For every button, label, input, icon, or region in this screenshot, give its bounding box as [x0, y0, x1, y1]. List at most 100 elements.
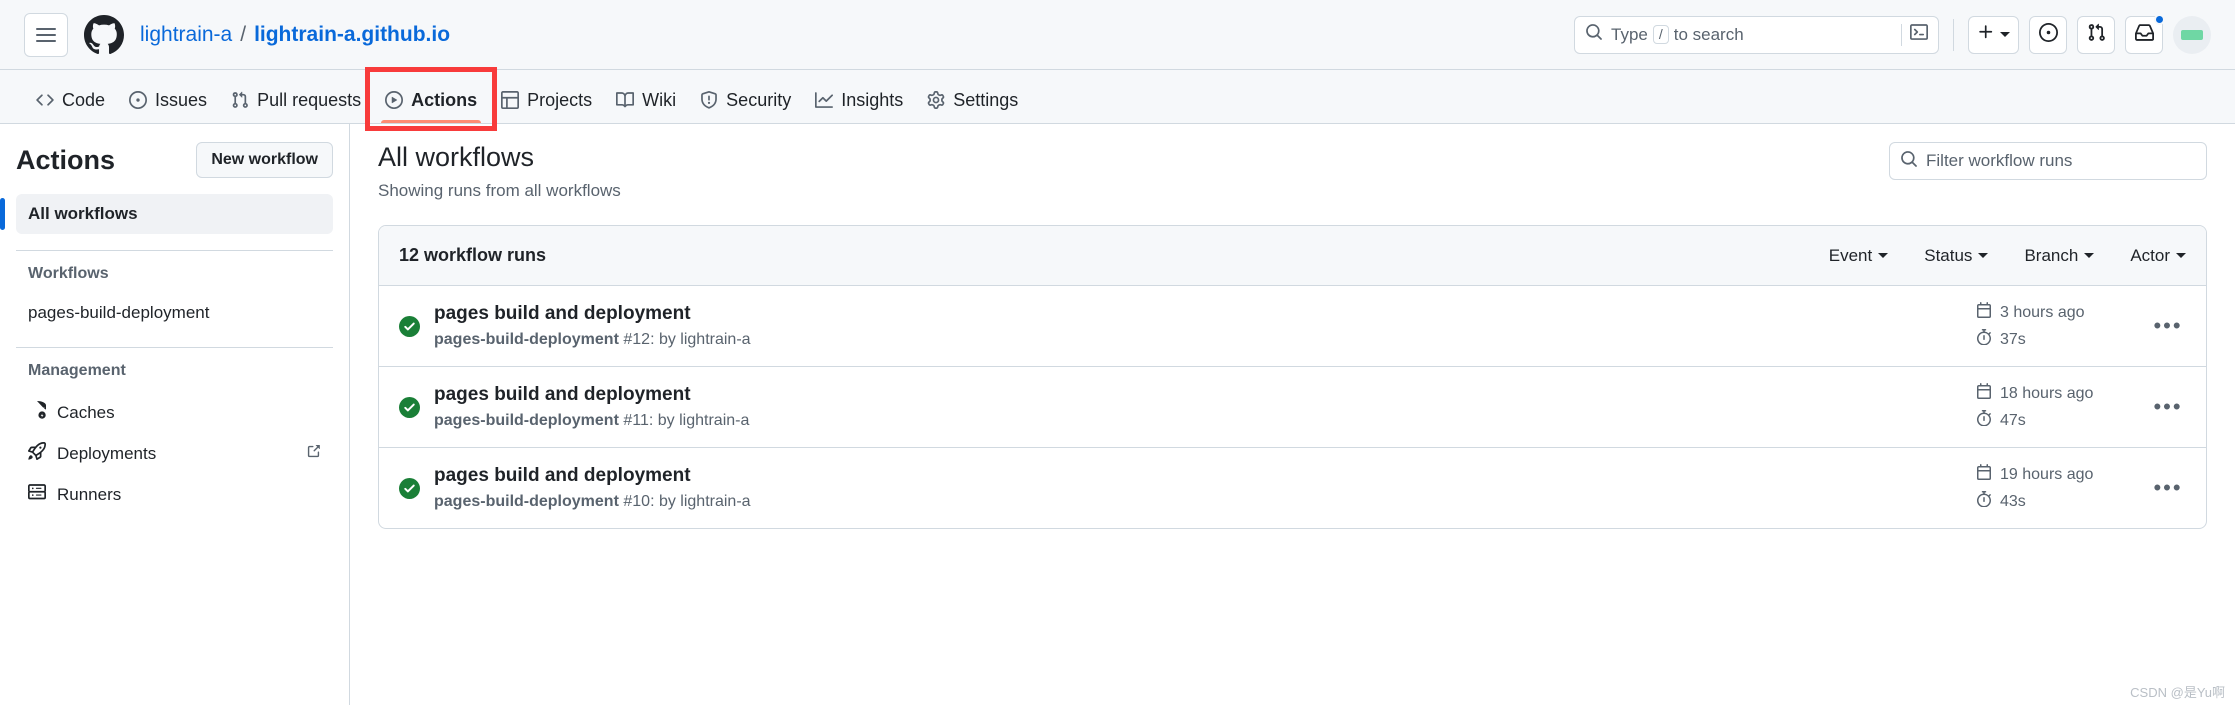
stopwatch-icon [1976, 329, 1992, 350]
notifications-button[interactable] [2125, 13, 2165, 54]
run-timing: 3 hours ago 37s [1976, 302, 2136, 350]
run-title[interactable]: pages build and deployment [434, 465, 1962, 487]
tab-actions[interactable]: Actions [373, 77, 489, 123]
sidebar-group-management: Management [28, 362, 126, 379]
filter-event-dropdown[interactable]: Event [1829, 246, 1889, 266]
github-logo-icon[interactable] [84, 14, 124, 55]
workflow-runs-filters: Event Status Branch Actor [1829, 246, 2186, 266]
chevron-down-icon [2176, 253, 2186, 258]
run-workflow-name: pages-build-deployment [434, 331, 619, 348]
table-row[interactable]: pages build and deployment pages-build-d… [379, 367, 2206, 448]
stopwatch-icon [1976, 410, 1992, 431]
run-title[interactable]: pages build and deployment [434, 384, 1962, 406]
git-pull-request-icon [2087, 23, 2106, 47]
run-author: : by lightrain-a [650, 493, 751, 510]
run-author: : by lightrain-a [650, 331, 751, 348]
search-suffix: to search [1673, 24, 1744, 44]
run-number: #10 [623, 493, 651, 510]
tab-pull-requests[interactable]: Pull requests [219, 77, 373, 123]
kebab-horizontal-icon[interactable]: ••• [2150, 310, 2186, 342]
code-icon [36, 91, 54, 109]
hamburger-menu-button[interactable] [24, 12, 68, 57]
tab-projects-label: Projects [527, 89, 593, 110]
page-title: All workflows [378, 142, 535, 172]
tab-projects[interactable]: Projects [489, 77, 604, 123]
notification-badge-dot [2154, 13, 2165, 25]
graph-icon [815, 91, 834, 109]
pull-requests-button[interactable] [2077, 15, 2115, 54]
run-duration-line: 43s [1976, 491, 2026, 512]
cache-database-icon [28, 401, 46, 424]
kebab-horizontal-icon[interactable]: ••• [2150, 472, 2186, 504]
tab-actions-label: Actions [411, 89, 478, 110]
breadcrumb-repo[interactable]: lightrain-a.github.io [254, 23, 450, 47]
sidebar-title: Actions [16, 144, 116, 175]
search-icon [1900, 150, 1918, 173]
search-icon [1585, 23, 1603, 46]
page-body: Actions New workflow All workflows Workf… [0, 124, 2235, 705]
tab-wiki[interactable]: Wiki [604, 77, 688, 123]
search-prefix: Type [1611, 24, 1648, 44]
hamburger-icon [36, 24, 56, 46]
breadcrumb-owner[interactable]: lightrain-a [140, 23, 232, 47]
sidebar-item-pages-build-deployment[interactable]: pages-build-deployment [16, 295, 333, 331]
run-date: 18 hours ago [2000, 384, 2094, 402]
filter-status-dropdown[interactable]: Status [1924, 245, 1989, 266]
main-header: All workflows Showing runs from all work… [378, 142, 2207, 201]
sidebar-item-caches[interactable]: Caches [16, 392, 333, 433]
tab-insights[interactable]: Insights [803, 77, 915, 123]
new-workflow-button[interactable]: New workflow [196, 142, 333, 178]
avatar[interactable] [2173, 15, 2211, 54]
filter-branch-label: Branch [2024, 245, 2079, 265]
search-placeholder: Type / to search [1611, 25, 1893, 45]
kebab-horizontal-icon[interactable]: ••• [2150, 391, 2186, 423]
book-icon [616, 91, 635, 109]
header-actions: Type / to search [1574, 13, 2211, 54]
chevron-down-icon [2000, 32, 2010, 37]
issues-button[interactable] [2029, 15, 2067, 54]
check-circle-icon [399, 396, 420, 418]
table-row[interactable]: pages build and deployment pages-build-d… [379, 286, 2206, 367]
sidebar-divider-1 [16, 250, 333, 251]
create-new-button[interactable] [1968, 15, 2019, 54]
run-number: #12 [623, 331, 651, 348]
tab-insights-label: Insights [841, 89, 904, 110]
avatar-image [2181, 29, 2203, 40]
run-title[interactable]: pages build and deployment [434, 303, 1962, 325]
workflow-runs-count: 12 workflow runs [399, 245, 547, 265]
filter-workflow-runs-input[interactable]: Filter workflow runs [1889, 142, 2207, 180]
sidebar-item-all-workflows[interactable]: All workflows [0, 194, 333, 234]
run-author: : by lightrain-a [648, 412, 750, 429]
tab-issues[interactable]: Issues [117, 77, 219, 123]
repo-nav: Code Issues Pull requests Actions Projec… [0, 67, 2235, 131]
sidebar-item-deployments[interactable]: Deployments [16, 433, 333, 474]
sidebar-group-workflows: Workflows [28, 265, 109, 282]
issue-opened-icon [129, 91, 148, 109]
calendar-icon [1976, 464, 1992, 485]
chevron-down-icon [1978, 253, 1989, 258]
app-header: lightrain-a / lightrain-a.github.io Type… [0, 0, 2235, 70]
search-input[interactable]: Type / to search [1574, 15, 1939, 54]
filter-runs-placeholder: Filter workflow runs [1926, 151, 2073, 170]
run-info: pages build and deployment pages-build-d… [434, 303, 1962, 349]
inbox-icon [2134, 23, 2154, 47]
sidebar-item-caches-label: Caches [57, 402, 115, 422]
filter-actor-dropdown[interactable]: Actor [2130, 246, 2186, 266]
chevron-down-icon [2084, 253, 2095, 258]
sidebar-item-runners[interactable]: Runners [16, 474, 333, 515]
run-workflow-name: pages-build-deployment [434, 412, 619, 429]
run-date-line: 18 hours ago [1976, 383, 2093, 404]
main-content: All workflows Showing runs from all work… [350, 124, 2235, 705]
run-date-line: 3 hours ago [1976, 302, 2085, 323]
tab-settings[interactable]: Settings [915, 77, 1030, 123]
table-row[interactable]: pages build and deployment pages-build-d… [379, 448, 2206, 528]
filter-branch-dropdown[interactable]: Branch [2024, 245, 2095, 266]
stopwatch-icon [1976, 491, 1992, 512]
tab-code[interactable]: Code [24, 77, 117, 123]
terminal-icon[interactable] [1910, 23, 1928, 46]
filter-status-label: Status [1924, 245, 1973, 265]
main-header-text: All workflows Showing runs from all work… [378, 142, 621, 201]
shield-icon [700, 91, 718, 109]
check-circle-icon [399, 315, 420, 337]
tab-security[interactable]: Security [688, 77, 803, 123]
